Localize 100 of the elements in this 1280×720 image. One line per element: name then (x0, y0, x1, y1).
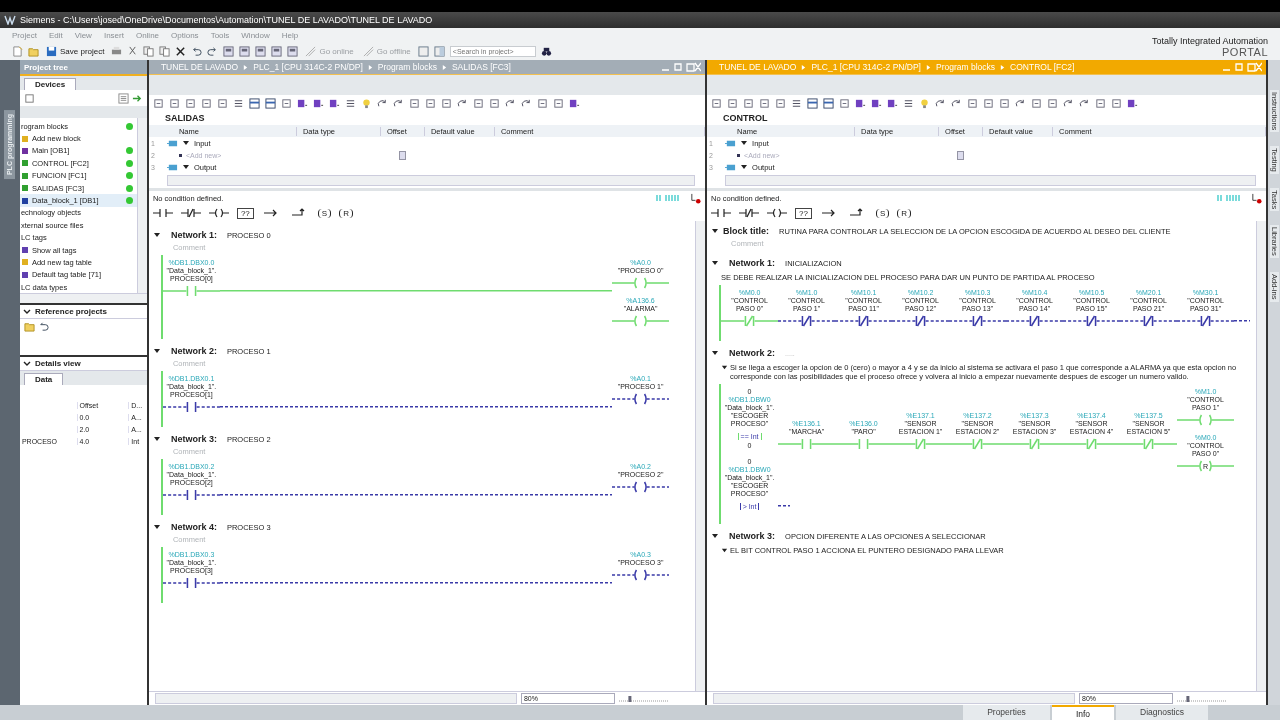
window-icon[interactable] (255, 46, 267, 57)
binoculars-icon[interactable] (540, 46, 552, 57)
collapse-icon[interactable] (22, 307, 31, 316)
list-icon[interactable] (903, 97, 915, 109)
nc-contact-symbol[interactable] (1120, 315, 1178, 327)
collapse-icon[interactable] (152, 231, 161, 239)
scrollbar[interactable] (1256, 221, 1267, 691)
block-icon[interactable] (887, 97, 899, 109)
arrow-icon[interactable] (1079, 97, 1091, 109)
nc-contact-symbol[interactable] (835, 315, 893, 327)
arrow-icon[interactable] (520, 97, 532, 109)
scissors-icon[interactable] (127, 46, 139, 57)
table-icon[interactable] (117, 92, 129, 104)
window-icon[interactable] (287, 46, 299, 57)
coil-icon[interactable] (208, 208, 229, 218)
window-icon[interactable] (239, 46, 251, 57)
arrow-icon[interactable] (392, 97, 404, 109)
expand-icon[interactable] (181, 163, 190, 171)
nc-contact-symbol[interactable] (1063, 315, 1121, 327)
coil-symbol[interactable] (612, 481, 670, 493)
instruction-button[interactable]: R (339, 208, 353, 218)
list-icon[interactable] (344, 97, 356, 109)
collapse-icon[interactable] (721, 364, 729, 371)
window-icon[interactable] (223, 46, 235, 57)
coil-symbol[interactable] (612, 569, 670, 581)
bulb-icon[interactable] (919, 97, 931, 109)
list-icon[interactable] (791, 97, 803, 109)
collapse-icon[interactable] (721, 547, 729, 554)
block-icon[interactable] (296, 97, 308, 109)
slider-thumb[interactable] (1186, 695, 1190, 702)
coil-icon[interactable] (767, 208, 788, 218)
slider-thumb[interactable] (628, 695, 632, 702)
save-project-button[interactable]: Save project (44, 46, 107, 57)
collapse-icon[interactable] (152, 523, 161, 531)
breakpoint-icon[interactable] (1251, 192, 1263, 204)
delete-icon[interactable] (175, 46, 187, 57)
block-icon[interactable] (328, 97, 340, 109)
bottom-tab[interactable]: Properties (963, 705, 1050, 720)
collapse-icon[interactable] (22, 359, 31, 368)
block-icon[interactable] (568, 97, 580, 109)
expand-icon[interactable] (740, 139, 749, 147)
zoom-slider[interactable] (1177, 694, 1228, 703)
collapse-icon[interactable] (711, 227, 720, 235)
block-icon[interactable] (312, 97, 324, 109)
arrow-icon[interactable] (935, 97, 947, 109)
paste-icon[interactable] (159, 46, 171, 57)
scrollbar[interactable] (695, 221, 706, 691)
no-contact-symbol[interactable] (162, 401, 220, 413)
dropdown-icon[interactable] (399, 150, 407, 160)
arrow-icon[interactable] (376, 97, 388, 109)
arrow-icon[interactable] (456, 97, 468, 109)
instruction-button[interactable]: S (875, 208, 890, 218)
table-icon[interactable] (264, 97, 276, 109)
nc-contact-symbol[interactable] (1006, 315, 1064, 327)
arrow-icon[interactable] (1015, 97, 1027, 109)
instruction-button[interactable]: S (317, 208, 332, 218)
arrow-icon[interactable] (951, 97, 963, 109)
printer-icon[interactable] (111, 46, 123, 57)
scrollbar[interactable] (154, 693, 517, 704)
nc-contact-symbol[interactable] (892, 315, 950, 327)
table-icon[interactable] (807, 97, 819, 109)
data-tab[interactable]: Data (23, 373, 64, 386)
collapse-icon[interactable] (711, 532, 720, 540)
table-icon[interactable] (823, 97, 835, 109)
collapse-icon[interactable] (711, 349, 720, 357)
arrow-icon[interactable] (504, 97, 516, 109)
devices-tab[interactable]: Devices (23, 78, 77, 90)
nc-contact-symbol[interactable] (778, 315, 836, 327)
nc-contact-symbol[interactable] (949, 315, 1007, 327)
bottom-tab[interactable]: Diagnostics (1116, 705, 1208, 720)
bulb-icon[interactable] (360, 97, 372, 109)
no-contact-icon[interactable] (711, 208, 732, 218)
scrollbar[interactable] (713, 693, 1076, 704)
expand-icon[interactable] (181, 139, 190, 147)
bottom-tab[interactable]: Info (1051, 705, 1115, 720)
dropdown-icon[interactable] (957, 150, 965, 160)
instruction-button[interactable]: R (897, 208, 912, 218)
scrollbar[interactable] (19, 293, 147, 306)
block-icon[interactable] (855, 97, 867, 109)
zoom-slider[interactable] (618, 694, 669, 703)
expand-icon[interactable] (740, 163, 749, 171)
no-contact-icon[interactable] (152, 208, 173, 218)
nc-contact-icon[interactable] (180, 208, 201, 218)
scrollbar[interactable] (725, 175, 1257, 186)
coil-symbol[interactable] (612, 393, 670, 405)
window-icon[interactable] (271, 46, 283, 57)
undo-icon[interactable] (191, 46, 203, 57)
instruction-button[interactable]: ?? (236, 207, 254, 219)
no-contact-symbol[interactable] (162, 577, 220, 589)
list-icon[interactable] (232, 97, 244, 109)
collapse-icon[interactable] (152, 347, 161, 355)
nc-contact-symbol[interactable] (1177, 315, 1235, 327)
scrollbar[interactable] (166, 175, 696, 186)
instruction-button[interactable]: ?? (795, 207, 812, 219)
breakpoint-icon[interactable] (690, 192, 702, 204)
block-icon[interactable] (1127, 97, 1139, 109)
scrollbar[interactable] (136, 118, 147, 294)
arrow-icon[interactable] (1063, 97, 1075, 109)
table-icon[interactable] (248, 97, 260, 109)
block-icon[interactable] (871, 97, 883, 109)
